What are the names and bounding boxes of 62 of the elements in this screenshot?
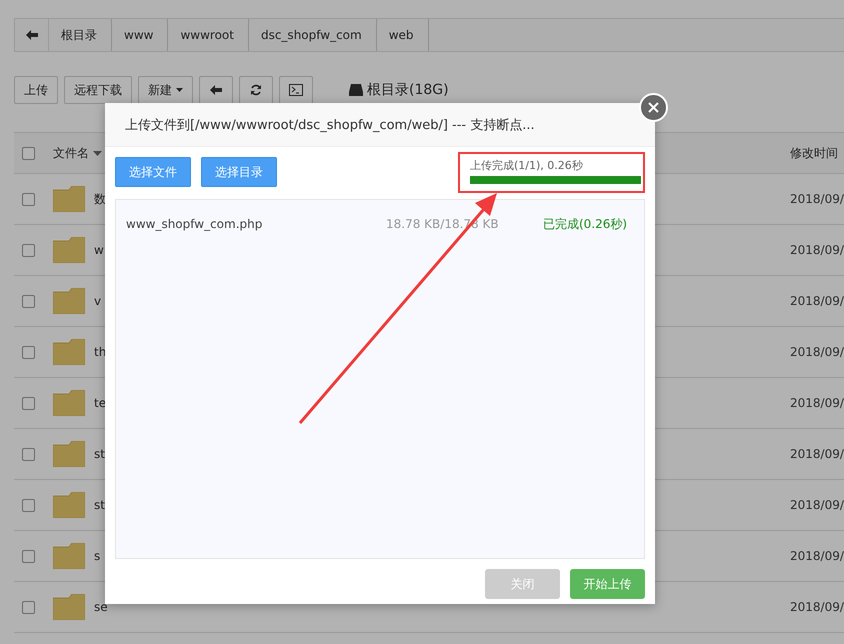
column-header[interactable]: 文件名 bbox=[53, 144, 89, 162]
terminal-icon bbox=[289, 84, 303, 96]
back-button[interactable] bbox=[199, 76, 233, 104]
modified-date: 2018/09/ bbox=[790, 447, 844, 461]
modified-date: 2018/09/ bbox=[790, 600, 844, 614]
folder-icon bbox=[53, 390, 85, 416]
folder-icon bbox=[53, 237, 85, 263]
folder-icon bbox=[53, 441, 85, 467]
checkbox[interactable] bbox=[22, 396, 35, 410]
back-arrow-icon bbox=[210, 85, 222, 95]
file-name[interactable]: st bbox=[94, 498, 105, 512]
breadcrumb-link[interactable]: wwwroot bbox=[168, 19, 249, 51]
folder-icon bbox=[53, 288, 85, 314]
upload-status: 已完成(0.26秒) bbox=[543, 216, 628, 232]
caret-icon bbox=[176, 88, 183, 92]
progress-text: 上传完成(1/1), 0.26秒 bbox=[470, 158, 584, 173]
modified-date: 2018/09/ bbox=[790, 192, 844, 206]
file-name[interactable]: st bbox=[94, 447, 105, 461]
file-name: www_shopfw_com.php bbox=[126, 217, 264, 231]
file-name[interactable]: se bbox=[94, 600, 108, 614]
modified-date: 2018/09/ bbox=[790, 243, 844, 257]
close-button[interactable] bbox=[639, 93, 668, 122]
column-header[interactable]: 修改时间 bbox=[790, 144, 844, 162]
checkbox[interactable] bbox=[22, 244, 35, 256]
breadcrumb-link[interactable]: dsc_shopfw_com bbox=[248, 19, 377, 51]
modified-date: 2018/09/ bbox=[790, 396, 844, 410]
modified-date: 2018/09/ bbox=[790, 549, 844, 563]
checkbox[interactable] bbox=[22, 192, 35, 206]
terminal-button[interactable] bbox=[279, 76, 313, 104]
file-name[interactable]: s bbox=[94, 549, 100, 563]
checkbox[interactable] bbox=[22, 550, 35, 562]
checkbox[interactable] bbox=[22, 294, 35, 308]
disk-label: 根目录(18G) bbox=[367, 81, 449, 99]
file-name[interactable]: w bbox=[94, 243, 104, 257]
file-name[interactable]: 数 bbox=[94, 190, 106, 208]
checkbox[interactable] bbox=[22, 600, 35, 614]
breadcrumb-link[interactable]: web bbox=[376, 19, 429, 51]
modified-date: 2018/09/ bbox=[790, 498, 844, 512]
checkbox[interactable] bbox=[22, 498, 35, 512]
checkbox[interactable] bbox=[22, 146, 35, 160]
breadcrumb-link[interactable]: www bbox=[112, 19, 168, 51]
folder-icon bbox=[53, 594, 85, 620]
file-name[interactable]: v bbox=[94, 294, 102, 308]
dialog-title: 上传文件到[/www/wwwroot/dsc_shopfw_com/web/] --- 支持断点... bbox=[105, 103, 655, 147]
breadcrumb-link[interactable]: 根目录 bbox=[49, 19, 112, 51]
toolbar-button[interactable]: 上传 bbox=[14, 76, 58, 104]
folder-icon bbox=[53, 492, 85, 518]
back-arrow-icon bbox=[26, 30, 38, 40]
modified-date: 2018/09/ bbox=[790, 294, 844, 308]
refresh-icon bbox=[250, 84, 262, 96]
refresh-button[interactable] bbox=[239, 76, 273, 104]
folder-icon bbox=[53, 186, 85, 212]
checkbox[interactable] bbox=[22, 346, 35, 358]
folder-icon bbox=[53, 339, 85, 365]
modified-date: 2018/09/ bbox=[790, 345, 844, 359]
checkbox[interactable] bbox=[22, 448, 35, 460]
close-icon bbox=[648, 102, 659, 113]
dropdown-button[interactable]: 新建 bbox=[138, 76, 193, 104]
file-name[interactable]: te bbox=[94, 396, 106, 410]
folder-icon bbox=[53, 543, 85, 569]
sort-caret-icon bbox=[93, 150, 102, 156]
toolbar-button[interactable]: 远程下载 bbox=[64, 76, 132, 104]
